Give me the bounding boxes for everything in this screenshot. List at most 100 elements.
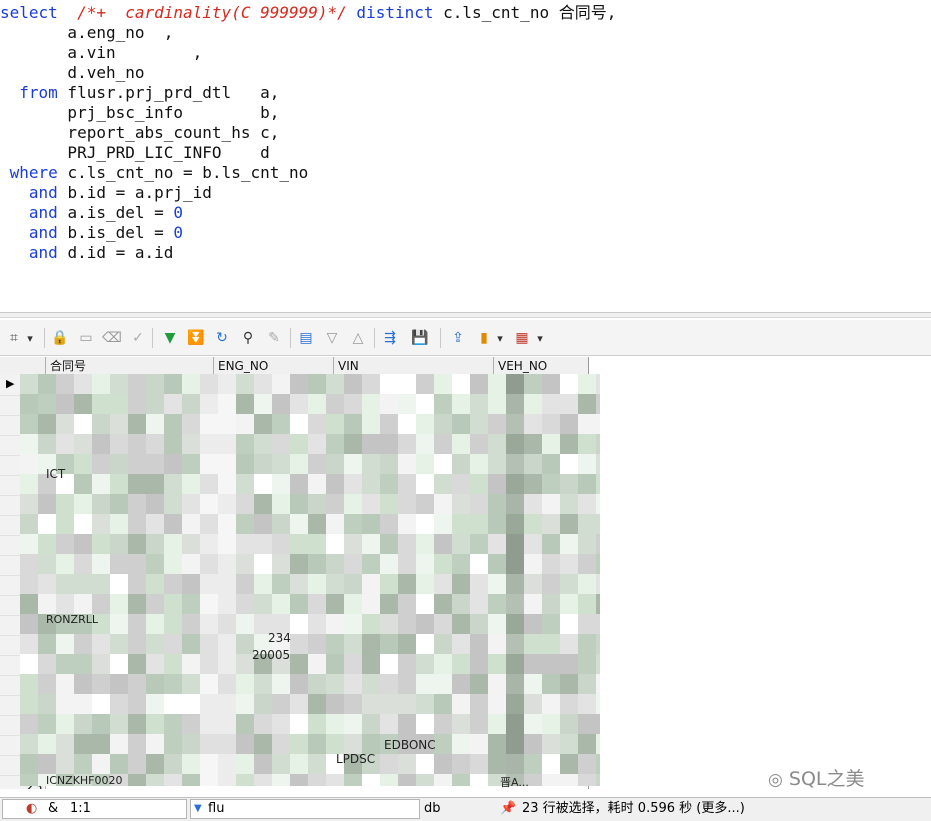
mosaic-tile	[92, 594, 110, 614]
mosaic-tile	[542, 714, 560, 734]
mosaic-tile	[146, 374, 164, 394]
mosaic-tile	[200, 454, 218, 474]
mosaic-tile	[560, 534, 578, 554]
mosaic-tile	[470, 374, 488, 394]
dropdown-arrow-icon[interactable]: ▾	[24, 328, 36, 348]
mosaic-tile	[218, 494, 236, 514]
mosaic-tile	[578, 754, 596, 774]
chart-dropdown-icon[interactable]: ▾	[494, 328, 506, 348]
previous-record-icon[interactable]: △	[348, 328, 368, 348]
mosaic-tile	[380, 754, 398, 774]
mosaic-tile	[380, 394, 398, 414]
mosaic-tile	[380, 454, 398, 474]
connection-box[interactable]	[190, 799, 420, 819]
mosaic-tile	[38, 754, 56, 774]
next-record-icon[interactable]: ▽	[322, 328, 342, 348]
column-header-veh-no[interactable]: VEH_NO	[493, 357, 588, 375]
query-by-example-icon[interactable]: ⇶	[380, 328, 400, 348]
mosaic-tile	[164, 634, 182, 654]
mosaic-tile	[146, 714, 164, 734]
mosaic-tile	[38, 674, 56, 694]
mosaic-tile	[416, 714, 434, 734]
table-dropdown-icon[interactable]: ▾	[534, 328, 546, 348]
column-header-vin[interactable]: VIN	[333, 357, 493, 375]
connection-dropdown-icon[interactable]: ▼	[194, 800, 202, 818]
grid-options-icon[interactable]: ⌗	[4, 328, 24, 348]
mosaic-tile	[38, 414, 56, 434]
mosaic-tile	[308, 774, 326, 786]
fetch-all-icon[interactable]: ⏬	[186, 328, 206, 348]
mosaic-tile	[560, 374, 578, 394]
single-record-view-icon[interactable]: ▤	[296, 328, 316, 348]
mosaic-tile	[128, 614, 146, 634]
mosaic-tile	[74, 454, 92, 474]
mosaic-tile	[362, 474, 380, 494]
pane-splitter[interactable]	[0, 312, 931, 318]
add-row-icon[interactable]: ▭	[76, 328, 96, 348]
mosaic-tile	[488, 734, 506, 754]
mosaic-tile	[164, 554, 182, 574]
find-icon[interactable]: ⚲	[238, 328, 258, 348]
mosaic-tile	[326, 714, 344, 734]
mosaic-tile	[542, 654, 560, 674]
mosaic-tile	[182, 634, 200, 654]
mosaic-tile	[20, 594, 38, 614]
status-message[interactable]: 23 行被选择，耗时 0.596 秒 (更多...)	[522, 800, 745, 818]
toolbar-separator	[440, 328, 441, 348]
table-icon[interactable]: ▦	[512, 328, 532, 348]
mosaic-tile	[560, 414, 578, 434]
mosaic-tile	[110, 374, 128, 394]
mosaic-tile	[218, 574, 236, 594]
delete-row-icon[interactable]: ⌫	[102, 328, 122, 348]
sql-editor[interactable]: select /*+ cardinality(C 999999)*/ disti…	[0, 0, 931, 312]
chart-icon[interactable]: ▮	[474, 328, 494, 348]
column-header-contract-no[interactable]: 合同号	[45, 357, 213, 375]
mosaic-tile	[470, 494, 488, 514]
mosaic-tile	[560, 774, 578, 786]
mosaic-tile	[20, 434, 38, 454]
mosaic-tile	[596, 374, 600, 394]
mosaic-tile	[290, 614, 308, 634]
mosaic-tile	[56, 694, 74, 714]
mosaic-tile	[560, 474, 578, 494]
mosaic-tile	[254, 674, 272, 694]
save-icon[interactable]: 💾	[410, 328, 430, 348]
fetch-next-icon[interactable]: ▼	[160, 328, 180, 348]
mosaic-tile	[128, 754, 146, 774]
mosaic-tile	[56, 754, 74, 774]
mosaic-tile	[20, 554, 38, 574]
mosaic-tile	[362, 394, 380, 414]
mosaic-tile	[344, 774, 362, 786]
mosaic-tile	[398, 434, 416, 454]
refresh-icon[interactable]: ↻	[212, 328, 232, 348]
mosaic-tile	[524, 394, 542, 414]
code-token: and	[28, 203, 58, 222]
mosaic-tile	[380, 474, 398, 494]
column-header-eng-no[interactable]: ENG_NO	[213, 357, 333, 375]
mosaic-tile	[578, 734, 596, 754]
mosaic-tile	[272, 594, 290, 614]
clear-icon[interactable]: ✎	[264, 328, 284, 348]
mosaic-tile	[452, 374, 470, 394]
mosaic-tile	[452, 734, 470, 754]
watermark-text: SQL之美	[788, 768, 865, 790]
lock-icon[interactable]: 🔒	[50, 328, 70, 348]
mosaic-tile	[128, 494, 146, 514]
mosaic-tile	[596, 674, 600, 694]
mosaic-tile	[506, 554, 524, 574]
mosaic-tile	[218, 754, 236, 774]
mosaic-tile	[524, 414, 542, 434]
mosaic-tile	[380, 634, 398, 654]
mosaic-tile	[290, 654, 308, 674]
mosaic-tile	[398, 414, 416, 434]
mosaic-tile	[182, 734, 200, 754]
mosaic-tile	[200, 494, 218, 514]
post-changes-icon[interactable]: ✓	[128, 328, 148, 348]
code-token: PRJ_PRD_LIC_INFO d	[0, 143, 270, 162]
mosaic-tile	[344, 574, 362, 594]
mosaic-tile	[452, 514, 470, 534]
mosaic-tile	[92, 554, 110, 574]
export-icon[interactable]: ⇪	[448, 328, 468, 348]
